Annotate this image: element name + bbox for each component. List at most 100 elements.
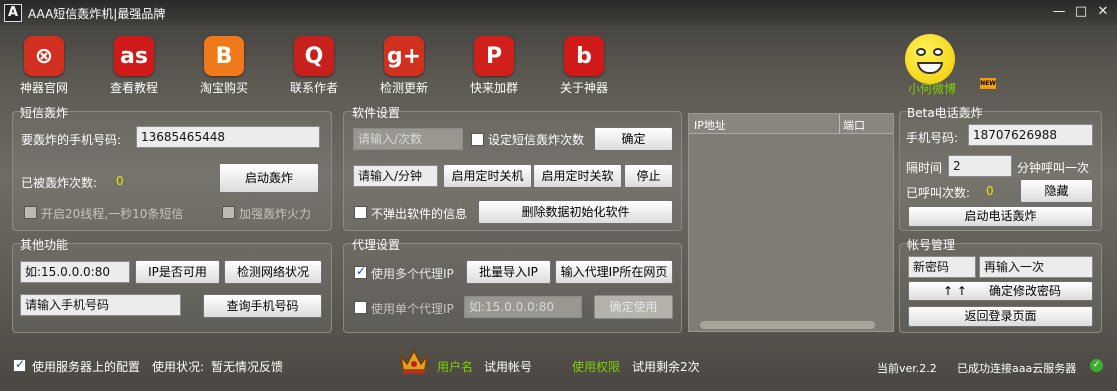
confirm-change-button[interactable]: ↑ ↑ 确定修改密码: [908, 281, 1093, 301]
multi-proxy-checkbox[interactable]: [354, 266, 367, 279]
toolbar-label: 神器官网: [19, 81, 68, 95]
proxy-group: [343, 243, 682, 333]
blogger-icon[interactable]: B: [204, 36, 244, 76]
use-server-checkbox[interactable]: [13, 359, 26, 372]
app-store-icon[interactable]: ⊗: [24, 36, 64, 76]
count-input[interactable]: 请输入/次数: [353, 128, 463, 150]
delete-data-button[interactable]: 删除数据初始化软件: [478, 200, 673, 224]
toolbar-button-3[interactable]: Q 联系作者: [284, 36, 344, 96]
quora-icon[interactable]: Q: [294, 36, 334, 76]
phone-label: 要轰炸的手机号码:: [21, 133, 122, 147]
beta-group-title: Beta电话轰炸: [907, 106, 983, 120]
single-proxy-checkbox[interactable]: [354, 301, 367, 314]
account-group-title: 帐号管理: [907, 238, 956, 252]
toolbar-label: 查看教程: [109, 81, 158, 95]
app-logo: A: [4, 4, 22, 22]
multi-proxy-label: 使用多个代理IP: [371, 267, 454, 281]
called-value: 0: [986, 184, 994, 198]
stop-button[interactable]: 停止: [624, 164, 673, 188]
power-label: 加强轰炸火力: [239, 207, 312, 221]
close-icon[interactable]: ✕: [1094, 4, 1112, 20]
other-group-title: 其他功能: [20, 238, 69, 252]
other-group: [12, 243, 332, 333]
toolbar-label: 淘宝购买: [199, 81, 248, 95]
arrows-text: ↑ ↑: [943, 284, 967, 298]
set-count-label: 设定短信轰炸次数: [488, 133, 585, 147]
single-proxy-label: 使用单个代理IP: [371, 302, 454, 316]
toolbar-button-2[interactable]: B 淘宝购买: [194, 36, 254, 96]
ip-check-button[interactable]: IP是否可用: [135, 260, 220, 284]
no-popup-checkbox[interactable]: [354, 206, 367, 219]
toolbar-label: 检测更新: [379, 81, 428, 95]
confirm-use-button[interactable]: 确定使用: [594, 295, 673, 319]
connected-text: 已成功连接aaa云服务器: [957, 362, 1077, 375]
horizontal-scrollbar[interactable]: [700, 321, 875, 329]
toolbar-button-1[interactable]: as 查看教程: [104, 36, 164, 96]
phone-input[interactable]: 13685465448: [136, 126, 320, 148]
threads-label: 开启20线程,一秒10条短信: [41, 207, 184, 221]
interval-label: 隔时间: [906, 161, 943, 175]
toolbar-button-0[interactable]: ⊗ 神器官网: [14, 36, 74, 96]
beta-phone-input[interactable]: 18707626988: [968, 124, 1093, 146]
toolbar-button-5[interactable]: P 快来加群: [464, 36, 524, 96]
lastfm-icon[interactable]: as: [114, 36, 154, 76]
window-title: AAA短信轰炸机|最强品牌: [28, 7, 166, 21]
single-proxy-input[interactable]: 如:15.0.0.0:80: [464, 296, 582, 318]
threads-checkbox[interactable]: [24, 206, 37, 219]
interval-input[interactable]: 2: [948, 155, 1012, 177]
weibo-label[interactable]: 小何微博: [908, 80, 956, 97]
timer-close-button[interactable]: 启用定时关软: [533, 164, 622, 188]
start-call-button[interactable]: 启动电话轰炸: [908, 206, 1093, 227]
start-bomb-button[interactable]: 启动轰炸: [219, 163, 319, 193]
pinterest-icon[interactable]: P: [474, 36, 514, 76]
toolbar-label: 快来加群: [469, 81, 518, 95]
repeat-password-input[interactable]: 再输入一次: [979, 256, 1093, 278]
ip-input[interactable]: 如:15.0.0.0:80: [20, 261, 130, 283]
toolbar-button-4[interactable]: g+ 检测更新: [374, 36, 434, 96]
no-popup-label: 不弹出软件的信息: [371, 207, 468, 221]
set-count-checkbox[interactable]: [471, 133, 484, 146]
count-label: 已被轰炸次数:: [21, 176, 98, 190]
minute-input[interactable]: 请输入/分钟: [353, 165, 438, 187]
power-checkbox[interactable]: [222, 206, 235, 219]
batch-import-button[interactable]: 批量导入IP: [466, 260, 551, 284]
use-server-label: 使用服务器上的配置: [32, 360, 141, 374]
toolbar-label: 联系作者: [289, 81, 338, 95]
proxy-group-title: 代理设置: [352, 238, 401, 252]
beats-icon[interactable]: b: [564, 36, 604, 76]
state-value: 暂无情况反馈: [211, 360, 284, 374]
toolbar-button-6[interactable]: b 关于神器: [554, 36, 614, 96]
count-value: 0: [116, 174, 124, 188]
toolbar-label: 关于神器: [559, 81, 608, 95]
new-password-input[interactable]: 新密码: [908, 256, 976, 278]
interval-unit: 分钟呼叫一次: [1017, 161, 1090, 175]
version-text: 当前ver.2.2: [877, 362, 937, 375]
back-login-button[interactable]: 返回登录页面: [908, 306, 1093, 327]
maximize-icon[interactable]: □: [1072, 4, 1090, 20]
confirm-count-button[interactable]: 确定: [594, 127, 673, 151]
new-badge: NEW: [980, 78, 996, 89]
user-label: 用户名: [437, 360, 474, 374]
column-divider: [839, 114, 840, 134]
phone-query-input[interactable]: 请输入手机号码: [20, 294, 181, 316]
port-column-header[interactable]: 端口: [843, 117, 865, 133]
ip-table[interactable]: [688, 113, 894, 332]
connected-check-icon: ✓: [1090, 359, 1103, 372]
timer-shutdown-button[interactable]: 启用定时关机: [443, 164, 532, 188]
minimize-icon[interactable]: —: [1050, 4, 1068, 20]
confirm-change-label: 确定修改密码: [989, 284, 1062, 298]
state-label: 使用状况:: [152, 360, 205, 374]
sms-group-title: 短信轰炸: [20, 106, 69, 120]
title-bar: [0, 0, 1117, 26]
weibo-smiley-icon[interactable]: [905, 34, 955, 84]
perm-value: 试用剩余2次: [632, 360, 700, 374]
google-plus-icon[interactable]: g+: [384, 36, 424, 76]
phone-query-button[interactable]: 查询手机号码: [203, 294, 322, 318]
net-check-button[interactable]: 检测网络状况: [224, 260, 322, 284]
input-location-button[interactable]: 输入代理IP所在网页: [555, 260, 673, 284]
ip-column-header[interactable]: IP地址: [694, 117, 726, 133]
beta-phone-label: 手机号码:: [906, 131, 959, 145]
user-value: 试用帐号: [484, 360, 533, 374]
hide-button[interactable]: 隐藏: [1020, 179, 1093, 203]
called-label: 已呼叫次数:: [906, 186, 971, 200]
